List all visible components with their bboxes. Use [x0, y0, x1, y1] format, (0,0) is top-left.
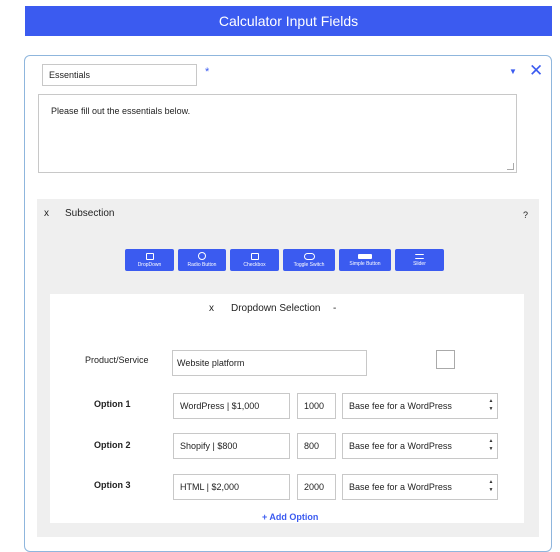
add-simple-button[interactable]: Simple Button	[339, 249, 391, 271]
product-service-input[interactable]: Website platform	[172, 350, 367, 376]
description-textarea[interactable]: Please fill out the essentials below.	[38, 94, 517, 173]
tool-label: Checkbox	[243, 261, 266, 268]
option-name-input[interactable]: WordPress | $1,000	[173, 393, 290, 419]
spinner-icon[interactable]: ▲ ▼	[487, 397, 495, 413]
option-name-input[interactable]: HTML | $2,000	[173, 474, 290, 500]
option-note-text: Base fee for a WordPress	[349, 441, 452, 451]
list-icon	[145, 252, 154, 260]
option-price-input[interactable]: 1000	[297, 393, 336, 419]
option-price-input[interactable]: 800	[297, 433, 336, 459]
required-marker: *	[205, 66, 210, 78]
close-section-icon[interactable]: ✕	[529, 62, 543, 79]
toggle-icon	[303, 252, 315, 260]
page-header: Calculator Input Fields	[25, 6, 552, 36]
option-note-text: Base fee for a WordPress	[349, 401, 452, 411]
resize-grip-icon[interactable]	[507, 163, 514, 170]
tool-label: Toggle Switch	[293, 261, 325, 268]
option-price-input[interactable]: 2000	[297, 474, 336, 500]
option-label: Option 3	[94, 480, 131, 490]
add-slider-button[interactable]: Slider	[395, 249, 444, 271]
option-note-input[interactable]: Base fee for a WordPress ▲ ▼	[342, 474, 498, 500]
tool-label: Slider	[413, 260, 426, 267]
collapse-dropdown-button[interactable]: -	[333, 303, 336, 314]
add-toggle-switch-button[interactable]: Toggle Switch	[283, 249, 335, 271]
dropdown-title: Dropdown Selection	[231, 303, 321, 314]
dropdown-selection-card: x Dropdown Selection - Product/Service W…	[50, 294, 524, 523]
add-option-link[interactable]: + Add Option	[262, 512, 318, 522]
add-radio-button[interactable]: Radio Button	[178, 249, 226, 271]
product-service-label: Product/Service	[85, 355, 149, 365]
option-note-input[interactable]: Base fee for a WordPress ▲ ▼	[342, 433, 498, 459]
option-note-input[interactable]: Base fee for a WordPress ▲ ▼	[342, 393, 498, 419]
product-service-checkbox[interactable]	[436, 350, 455, 369]
option-name-input[interactable]: Shopify | $800	[173, 433, 290, 459]
collapse-caret-icon[interactable]: ▼	[509, 67, 517, 76]
checkbox-icon	[250, 252, 259, 260]
add-dropdown-button[interactable]: DropDown	[125, 249, 174, 271]
tool-label: DropDown	[137, 261, 162, 268]
subsection-title: Subsection	[65, 208, 115, 219]
option-note-text: Base fee for a WordPress	[349, 482, 452, 492]
section-title-input[interactable]: Essentials	[42, 64, 197, 86]
remove-subsection-button[interactable]: x	[44, 208, 49, 219]
field-type-toolbar: DropDown Radio Button Checkbox Toggle Sw…	[125, 249, 444, 271]
tool-label: Simple Button	[349, 260, 381, 267]
add-checkbox-button[interactable]: Checkbox	[230, 249, 279, 271]
subsection-panel: x Subsection ? DropDown Radio Button Che…	[37, 199, 539, 537]
option-label: Option 1	[94, 399, 131, 409]
page-title: Calculator Input Fields	[218, 13, 359, 29]
remove-dropdown-button[interactable]: x	[209, 303, 214, 314]
option-label: Option 2	[94, 440, 131, 450]
spinner-icon[interactable]: ▲ ▼	[487, 478, 495, 494]
slider-icon	[415, 253, 424, 259]
spinner-icon[interactable]: ▲ ▼	[487, 437, 495, 453]
tool-label: Radio Button	[187, 262, 217, 268]
radio-icon	[198, 252, 206, 260]
essentials-panel: Essentials * ▼ ✕ Please fill out the ess…	[24, 55, 552, 552]
description-text: Please fill out the essentials below.	[51, 106, 191, 116]
button-icon	[358, 253, 372, 259]
help-icon[interactable]: ?	[523, 210, 528, 220]
